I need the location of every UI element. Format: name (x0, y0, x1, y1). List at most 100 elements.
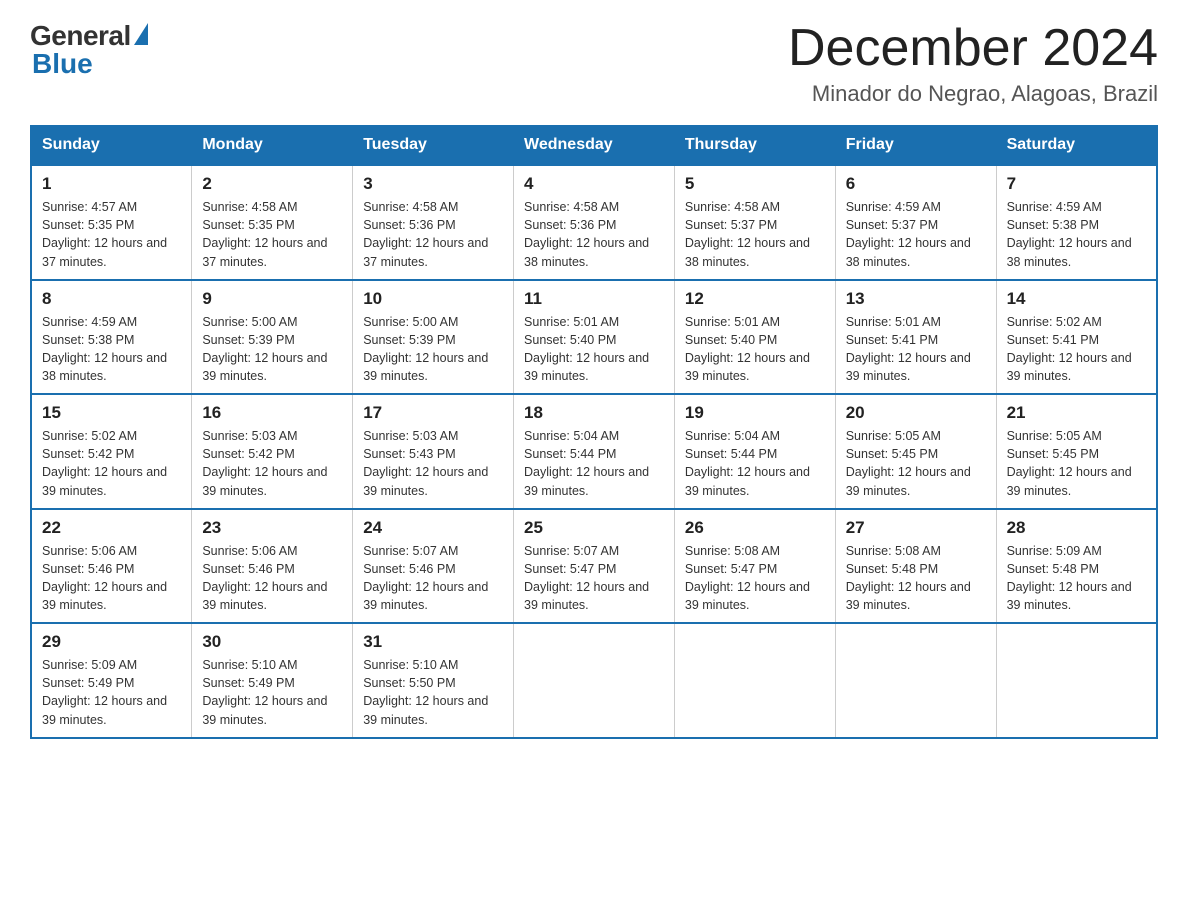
day-info: Sunrise: 4:58 AMSunset: 5:36 PMDaylight:… (363, 198, 503, 271)
day-info: Sunrise: 4:58 AMSunset: 5:37 PMDaylight:… (685, 198, 825, 271)
day-cell: 1 Sunrise: 4:57 AMSunset: 5:35 PMDayligh… (31, 165, 192, 280)
day-info: Sunrise: 5:01 AMSunset: 5:40 PMDaylight:… (524, 313, 664, 386)
day-cell: 7 Sunrise: 4:59 AMSunset: 5:38 PMDayligh… (996, 165, 1157, 280)
day-cell: 21 Sunrise: 5:05 AMSunset: 5:45 PMDaylig… (996, 394, 1157, 509)
day-cell: 17 Sunrise: 5:03 AMSunset: 5:43 PMDaylig… (353, 394, 514, 509)
day-info: Sunrise: 5:08 AMSunset: 5:48 PMDaylight:… (846, 542, 986, 615)
day-cell: 24 Sunrise: 5:07 AMSunset: 5:46 PMDaylig… (353, 509, 514, 624)
day-cell (835, 623, 996, 738)
day-number: 25 (524, 518, 664, 538)
logo: General Blue (30, 20, 148, 80)
day-info: Sunrise: 5:07 AMSunset: 5:47 PMDaylight:… (524, 542, 664, 615)
day-cell: 10 Sunrise: 5:00 AMSunset: 5:39 PMDaylig… (353, 280, 514, 395)
day-cell (674, 623, 835, 738)
day-cell: 28 Sunrise: 5:09 AMSunset: 5:48 PMDaylig… (996, 509, 1157, 624)
day-cell: 16 Sunrise: 5:03 AMSunset: 5:42 PMDaylig… (192, 394, 353, 509)
day-info: Sunrise: 5:06 AMSunset: 5:46 PMDaylight:… (202, 542, 342, 615)
day-number: 11 (524, 289, 664, 309)
day-info: Sunrise: 5:05 AMSunset: 5:45 PMDaylight:… (1007, 427, 1146, 500)
day-cell: 23 Sunrise: 5:06 AMSunset: 5:46 PMDaylig… (192, 509, 353, 624)
day-cell: 19 Sunrise: 5:04 AMSunset: 5:44 PMDaylig… (674, 394, 835, 509)
month-title: December 2024 (788, 20, 1158, 77)
day-info: Sunrise: 5:05 AMSunset: 5:45 PMDaylight:… (846, 427, 986, 500)
day-info: Sunrise: 4:59 AMSunset: 5:38 PMDaylight:… (42, 313, 181, 386)
day-number: 4 (524, 174, 664, 194)
day-info: Sunrise: 5:09 AMSunset: 5:48 PMDaylight:… (1007, 542, 1146, 615)
day-number: 3 (363, 174, 503, 194)
day-info: Sunrise: 4:57 AMSunset: 5:35 PMDaylight:… (42, 198, 181, 271)
day-cell: 6 Sunrise: 4:59 AMSunset: 5:37 PMDayligh… (835, 165, 996, 280)
day-cell: 20 Sunrise: 5:05 AMSunset: 5:45 PMDaylig… (835, 394, 996, 509)
day-info: Sunrise: 5:04 AMSunset: 5:44 PMDaylight:… (524, 427, 664, 500)
day-number: 14 (1007, 289, 1146, 309)
week-row-1: 1 Sunrise: 4:57 AMSunset: 5:35 PMDayligh… (31, 165, 1157, 280)
day-info: Sunrise: 5:09 AMSunset: 5:49 PMDaylight:… (42, 656, 181, 729)
day-number: 2 (202, 174, 342, 194)
header-saturday: Saturday (996, 126, 1157, 166)
day-number: 19 (685, 403, 825, 423)
week-row-2: 8 Sunrise: 4:59 AMSunset: 5:38 PMDayligh… (31, 280, 1157, 395)
day-info: Sunrise: 5:02 AMSunset: 5:41 PMDaylight:… (1007, 313, 1146, 386)
header-tuesday: Tuesday (353, 126, 514, 166)
day-number: 24 (363, 518, 503, 538)
day-cell: 4 Sunrise: 4:58 AMSunset: 5:36 PMDayligh… (514, 165, 675, 280)
day-number: 29 (42, 632, 181, 652)
week-row-3: 15 Sunrise: 5:02 AMSunset: 5:42 PMDaylig… (31, 394, 1157, 509)
day-info: Sunrise: 5:06 AMSunset: 5:46 PMDaylight:… (42, 542, 181, 615)
day-number: 26 (685, 518, 825, 538)
day-number: 20 (846, 403, 986, 423)
day-number: 13 (846, 289, 986, 309)
day-number: 23 (202, 518, 342, 538)
day-cell: 14 Sunrise: 5:02 AMSunset: 5:41 PMDaylig… (996, 280, 1157, 395)
day-number: 5 (685, 174, 825, 194)
day-number: 12 (685, 289, 825, 309)
header-wednesday: Wednesday (514, 126, 675, 166)
day-info: Sunrise: 5:01 AMSunset: 5:40 PMDaylight:… (685, 313, 825, 386)
day-cell: 29 Sunrise: 5:09 AMSunset: 5:49 PMDaylig… (31, 623, 192, 738)
day-cell: 27 Sunrise: 5:08 AMSunset: 5:48 PMDaylig… (835, 509, 996, 624)
day-cell: 22 Sunrise: 5:06 AMSunset: 5:46 PMDaylig… (31, 509, 192, 624)
header-row: SundayMondayTuesdayWednesdayThursdayFrid… (31, 126, 1157, 166)
day-info: Sunrise: 4:58 AMSunset: 5:35 PMDaylight:… (202, 198, 342, 271)
day-info: Sunrise: 5:03 AMSunset: 5:42 PMDaylight:… (202, 427, 342, 500)
page-header: General Blue December 2024 Minador do Ne… (30, 20, 1158, 107)
day-number: 8 (42, 289, 181, 309)
day-number: 27 (846, 518, 986, 538)
logo-blue-text: Blue (32, 48, 93, 80)
day-cell: 15 Sunrise: 5:02 AMSunset: 5:42 PMDaylig… (31, 394, 192, 509)
day-cell: 2 Sunrise: 4:58 AMSunset: 5:35 PMDayligh… (192, 165, 353, 280)
day-info: Sunrise: 5:03 AMSunset: 5:43 PMDaylight:… (363, 427, 503, 500)
day-info: Sunrise: 5:01 AMSunset: 5:41 PMDaylight:… (846, 313, 986, 386)
week-row-5: 29 Sunrise: 5:09 AMSunset: 5:49 PMDaylig… (31, 623, 1157, 738)
logo-triangle-icon (134, 23, 148, 45)
day-info: Sunrise: 5:10 AMSunset: 5:50 PMDaylight:… (363, 656, 503, 729)
title-block: December 2024 Minador do Negrao, Alagoas… (788, 20, 1158, 107)
day-cell: 12 Sunrise: 5:01 AMSunset: 5:40 PMDaylig… (674, 280, 835, 395)
day-info: Sunrise: 4:59 AMSunset: 5:37 PMDaylight:… (846, 198, 986, 271)
day-number: 1 (42, 174, 181, 194)
day-number: 16 (202, 403, 342, 423)
day-number: 22 (42, 518, 181, 538)
calendar-table: SundayMondayTuesdayWednesdayThursdayFrid… (30, 125, 1158, 739)
day-number: 28 (1007, 518, 1146, 538)
day-info: Sunrise: 5:10 AMSunset: 5:49 PMDaylight:… (202, 656, 342, 729)
day-number: 21 (1007, 403, 1146, 423)
day-cell: 31 Sunrise: 5:10 AMSunset: 5:50 PMDaylig… (353, 623, 514, 738)
day-info: Sunrise: 5:07 AMSunset: 5:46 PMDaylight:… (363, 542, 503, 615)
location-text: Minador do Negrao, Alagoas, Brazil (788, 81, 1158, 107)
day-cell: 30 Sunrise: 5:10 AMSunset: 5:49 PMDaylig… (192, 623, 353, 738)
day-info: Sunrise: 5:08 AMSunset: 5:47 PMDaylight:… (685, 542, 825, 615)
day-info: Sunrise: 4:58 AMSunset: 5:36 PMDaylight:… (524, 198, 664, 271)
day-number: 31 (363, 632, 503, 652)
header-monday: Monday (192, 126, 353, 166)
day-number: 18 (524, 403, 664, 423)
day-number: 7 (1007, 174, 1146, 194)
day-number: 17 (363, 403, 503, 423)
day-cell: 3 Sunrise: 4:58 AMSunset: 5:36 PMDayligh… (353, 165, 514, 280)
header-friday: Friday (835, 126, 996, 166)
day-number: 15 (42, 403, 181, 423)
day-cell (514, 623, 675, 738)
day-info: Sunrise: 5:02 AMSunset: 5:42 PMDaylight:… (42, 427, 181, 500)
header-thursday: Thursday (674, 126, 835, 166)
day-info: Sunrise: 5:00 AMSunset: 5:39 PMDaylight:… (202, 313, 342, 386)
